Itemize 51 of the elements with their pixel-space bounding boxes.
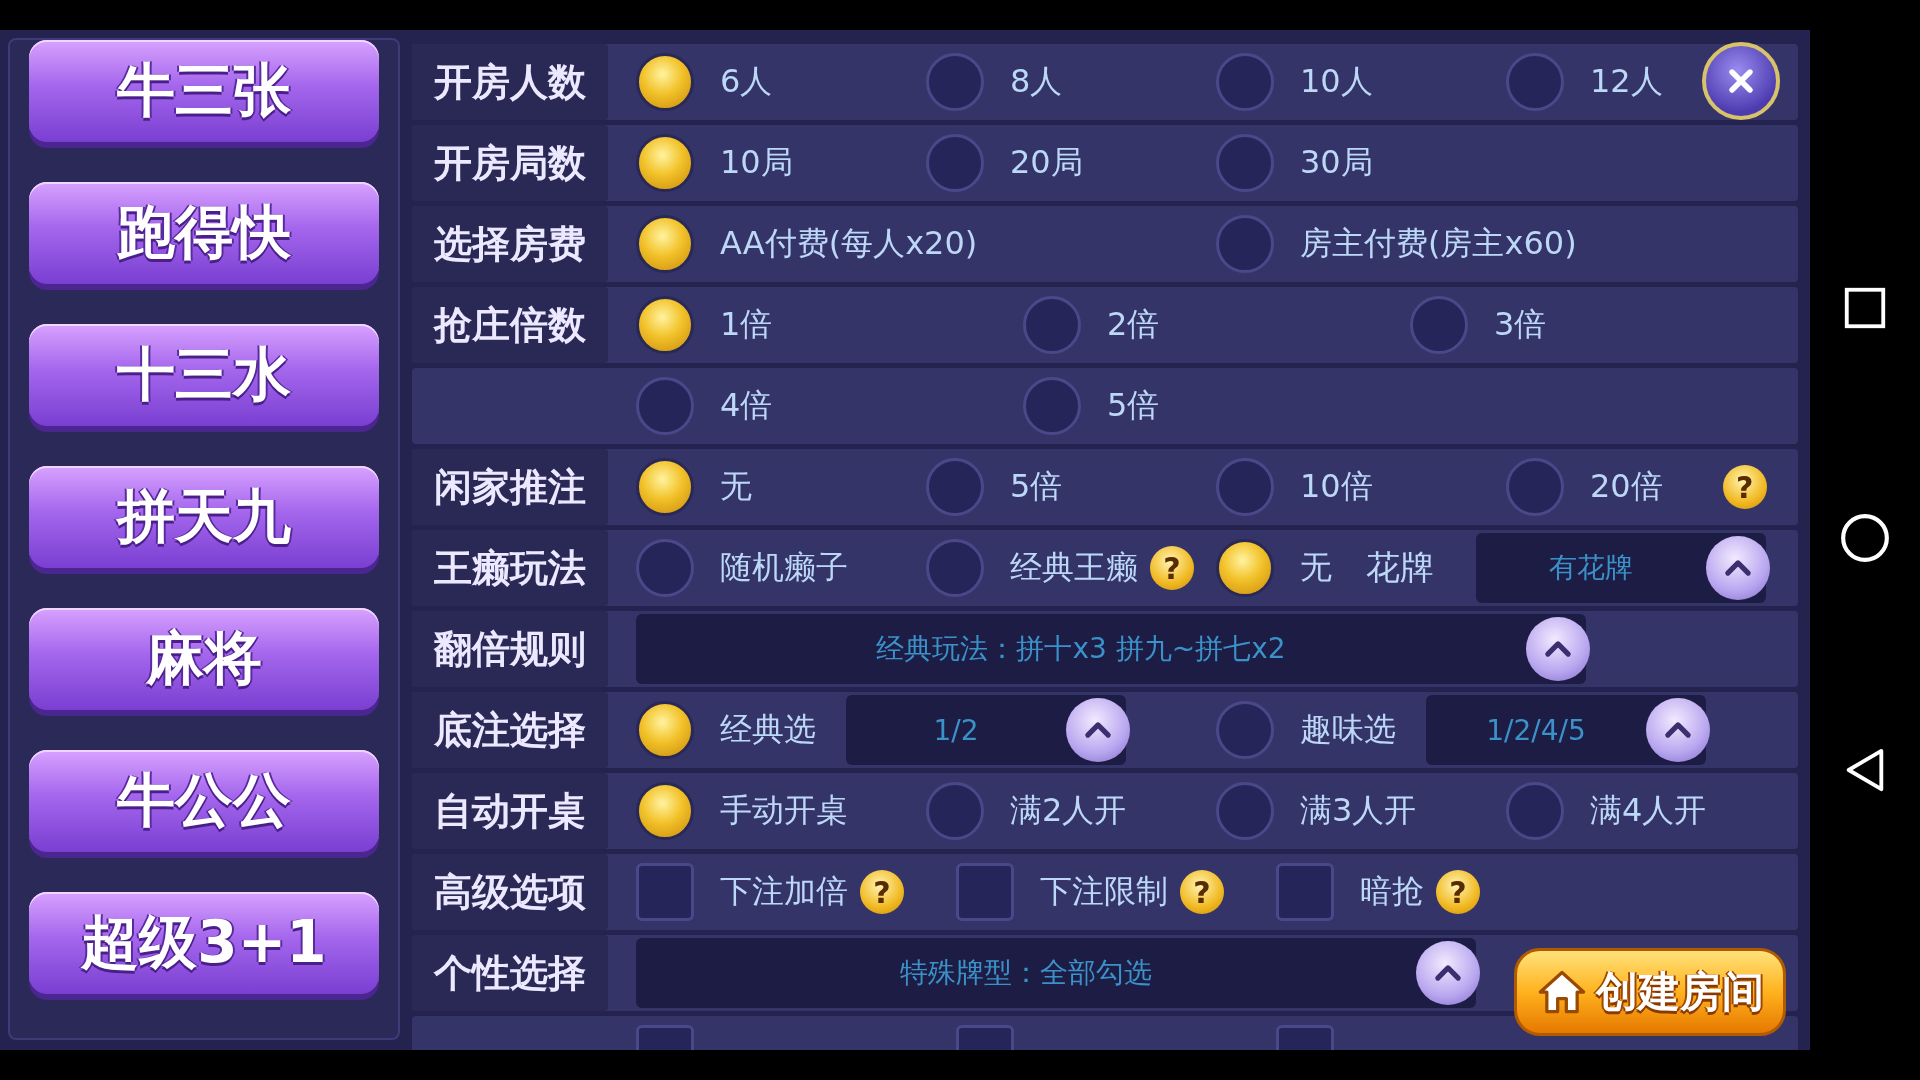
home-icon[interactable] xyxy=(1839,512,1891,564)
row-label: 个性选择 xyxy=(412,935,608,1011)
option-label: 6人 xyxy=(720,61,773,102)
checkbox[interactable] xyxy=(1276,863,1334,921)
option-label: 下注加倍 xyxy=(720,871,848,912)
option-label: 10倍 xyxy=(1300,466,1373,507)
row-label: 自动开桌 xyxy=(412,773,608,849)
option-label: 满2人开 xyxy=(1010,790,1127,831)
option-label: 1倍 xyxy=(720,304,773,345)
option-label: 10局 xyxy=(720,142,793,183)
option-label: 4倍 xyxy=(720,385,773,426)
option-label: 手动开桌 xyxy=(720,790,848,831)
row-label: 选择房费 xyxy=(412,206,608,282)
row-label: 抢庄倍数 xyxy=(412,287,608,363)
row-label: 王癞玩法 xyxy=(412,530,608,606)
option-label: 10人 xyxy=(1300,61,1373,102)
option-label: 2倍 xyxy=(1107,304,1160,345)
help-icon[interactable]: ? xyxy=(1436,870,1480,914)
option-label: 经典选 xyxy=(720,709,816,750)
help-icon[interactable]: ? xyxy=(1180,870,1224,914)
option-label: 20倍 xyxy=(1590,466,1663,507)
row-label: 开房局数 xyxy=(412,125,608,201)
option-label: 无 xyxy=(720,466,752,507)
help-icon[interactable]: ? xyxy=(860,870,904,914)
help-icon[interactable]: ? xyxy=(1722,465,1767,509)
option-label: 满3人开 xyxy=(1300,790,1417,831)
option-label: 满4人开 xyxy=(1590,790,1707,831)
option-label: 30局 xyxy=(1300,142,1373,183)
option-label: 20局 xyxy=(1010,142,1083,183)
option-label: 3倍 xyxy=(1494,304,1547,345)
row-label: 高级选项 xyxy=(412,854,608,930)
option-label: 12人 xyxy=(1590,61,1663,102)
checkbox[interactable] xyxy=(636,863,694,921)
row-label: 开房人数 xyxy=(412,44,608,120)
option-label: 经典王癞 xyxy=(1010,547,1138,588)
option-label: 无 xyxy=(1300,547,1332,588)
option-label: 5倍 xyxy=(1010,466,1063,507)
option-label: 花牌 xyxy=(1366,546,1435,589)
option-label: 暗抢 xyxy=(1360,871,1424,912)
option-label: 8人 xyxy=(1010,61,1063,102)
row-label: 闲家推注 xyxy=(412,449,608,525)
option-label: AA付费(每人x20) xyxy=(720,223,978,264)
checkbox[interactable] xyxy=(956,863,1014,921)
help-icon[interactable]: ? xyxy=(1150,546,1194,590)
option-label: 5倍 xyxy=(1107,385,1160,426)
option-label: 房主付费(房主x60) xyxy=(1300,223,1577,264)
option-label: 趣味选 xyxy=(1300,709,1396,750)
option-label: 随机癞子 xyxy=(720,547,848,588)
row-label: 底注选择 xyxy=(412,692,608,768)
option-label: 下注限制 xyxy=(1040,871,1168,912)
row-label: 翻倍规则 xyxy=(412,611,608,687)
